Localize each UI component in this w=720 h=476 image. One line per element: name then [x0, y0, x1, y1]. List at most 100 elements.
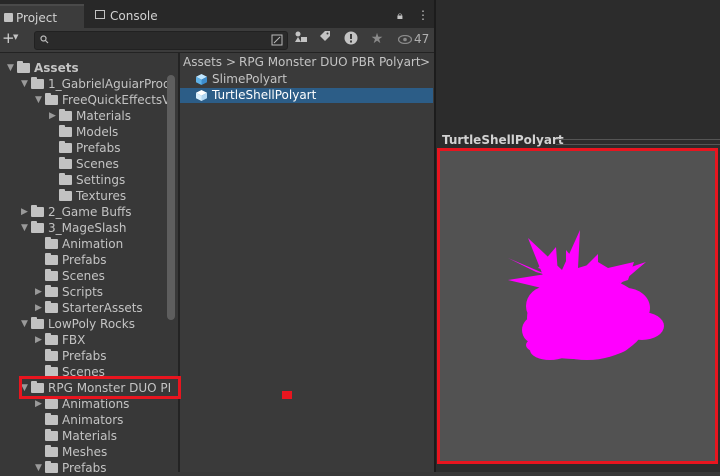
folder-icon — [59, 157, 72, 169]
asset-item-turtleshell[interactable]: TurtleShellPolyart — [180, 88, 433, 103]
folder-icon — [59, 125, 72, 137]
tree-item-label: 1_GabrielAguiarProductions — [48, 77, 170, 91]
chevron-down-icon[interactable]: ▼ — [13, 33, 18, 41]
folder-icon — [45, 301, 58, 313]
expand-arrow-right-icon[interactable]: ▶ — [35, 300, 45, 316]
tree-item-label: StarterAssets — [62, 301, 143, 315]
tree-item[interactable]: Prefabs — [0, 140, 170, 156]
favorite-star-icon[interactable]: ★ — [368, 31, 386, 48]
tab-project-label: Project — [16, 11, 58, 25]
tree-item[interactable]: Meshes — [0, 444, 170, 460]
breadcrumb-root[interactable]: Assets — [183, 53, 222, 71]
tree-item[interactable]: Textures — [0, 188, 170, 204]
search-by-type-icon[interactable] — [271, 34, 283, 46]
tree-item[interactable]: ▼ FreeQuickEffectsVol1 — [0, 92, 170, 108]
folder-highlight-box — [19, 376, 181, 399]
folder-icon — [45, 269, 58, 281]
tree-item-label: Prefabs — [62, 461, 107, 475]
tree-item[interactable]: ▼ 3_MageSlash — [0, 220, 170, 236]
tree-item[interactable]: ▶ StarterAssets — [0, 300, 170, 316]
preview-highlight-box — [437, 148, 718, 464]
folder-icon — [4, 13, 13, 22]
tree-item-label: Animators — [62, 413, 124, 427]
asset-list-panel — [180, 53, 434, 472]
folder-icon — [45, 253, 58, 265]
expand-arrow-down-icon[interactable]: ▼ — [21, 316, 31, 332]
tree-item[interactable]: Animators — [0, 412, 170, 428]
expand-arrow-down-icon[interactable]: ▼ — [21, 76, 31, 92]
tree-item-label: FreeQuickEffectsVol1 — [62, 93, 170, 107]
tree-item[interactable]: Settings — [0, 172, 170, 188]
folder-icon — [45, 237, 58, 249]
tree-item[interactable]: ▼ LowPoly Rocks — [0, 316, 170, 332]
folder-icon — [45, 349, 58, 361]
expand-arrow-right-icon[interactable]: ▶ — [21, 204, 31, 220]
tree-item[interactable]: Scenes — [0, 156, 170, 172]
tree-item[interactable]: ▶ Scripts — [0, 284, 170, 300]
tree-item-label: Scenes — [62, 269, 105, 283]
preview-title: TurtleShellPolyart — [442, 133, 564, 147]
tab-console-label: Console — [110, 9, 158, 23]
tree-item-label: LowPoly Rocks — [48, 317, 135, 331]
tree-item[interactable]: ▶ 2_Game Buffs — [0, 204, 170, 220]
tree-item[interactable]: ▼ 1_GabrielAguiarProductions — [0, 76, 170, 92]
annotation-marker — [282, 391, 292, 399]
folder-icon — [31, 77, 44, 89]
tree-item-label: Prefabs — [76, 141, 121, 155]
expand-arrow-right-icon[interactable]: ▶ — [49, 108, 59, 124]
log-warning-icon[interactable] — [342, 31, 360, 48]
tree-item-label: Animation — [62, 237, 124, 251]
expand-arrow-right-icon[interactable]: ▶ — [35, 332, 45, 348]
prefab-cube-icon — [196, 74, 207, 85]
expand-arrow-down-icon[interactable]: ▼ — [21, 220, 31, 236]
tree-item[interactable]: Prefabs — [0, 252, 170, 268]
tree-item[interactable]: ▼ Prefabs — [0, 460, 170, 476]
tree-item-label: Materials — [76, 109, 132, 123]
breadcrumb-separator: > — [226, 55, 237, 69]
tab-project[interactable]: Project — [0, 4, 84, 30]
folder-icon — [17, 61, 30, 73]
folder-icon — [59, 109, 72, 121]
tree-item-label: Scripts — [62, 285, 104, 299]
breadcrumb-current[interactable]: RPG Monster DUO PBR Polyart — [239, 53, 421, 71]
expand-arrow-down-icon[interactable]: ▼ — [35, 460, 45, 476]
folder-icon — [45, 333, 58, 345]
folder-icon — [45, 93, 58, 105]
filter-by-type-icon[interactable] — [292, 31, 310, 48]
filter-by-label-icon[interactable] — [316, 31, 334, 48]
search-input[interactable] — [34, 31, 288, 50]
tree-item-label: Settings — [76, 173, 126, 187]
eye-icon — [398, 35, 412, 44]
tree-scrollbar[interactable] — [167, 75, 175, 320]
folder-icon — [45, 413, 58, 425]
tree-item-label: Assets — [34, 61, 79, 75]
folder-icon — [31, 221, 44, 233]
tree-item[interactable]: Prefabs — [0, 348, 170, 364]
folder-icon — [31, 205, 44, 217]
tree-item-label: Meshes — [62, 445, 108, 459]
tab-console[interactable]: Console — [90, 4, 170, 28]
preview-header-rule[interactable] — [556, 139, 720, 145]
tree-item[interactable]: ▶ FBX — [0, 332, 170, 348]
tree-item[interactable]: Models — [0, 124, 170, 140]
tree-item-label: FBX — [62, 333, 86, 347]
folder-icon — [59, 141, 72, 153]
folder-icon — [59, 173, 72, 185]
folder-icon — [45, 429, 58, 441]
tree-item-label: 2_Game Buffs — [48, 205, 132, 219]
more-menu-icon[interactable]: ⋮ — [417, 8, 429, 22]
tree-item[interactable]: Scenes — [0, 268, 170, 284]
tree-item[interactable]: ▶ Materials — [0, 108, 170, 124]
folder-icon — [59, 189, 72, 201]
expand-arrow-down-icon[interactable]: ▼ — [35, 92, 45, 108]
tree-item-label: Materials — [62, 429, 118, 443]
tree-item[interactable]: Animation — [0, 236, 170, 252]
tree-item[interactable]: ▼ Assets — [0, 60, 170, 76]
expand-arrow-down-icon[interactable]: ▼ — [7, 60, 17, 76]
lock-icon[interactable]: 🔒︎ — [397, 9, 403, 23]
console-icon — [95, 10, 105, 19]
tree-item-label: Prefabs — [62, 253, 107, 267]
asset-item-slime[interactable]: SlimePolyart — [180, 72, 433, 87]
expand-arrow-right-icon[interactable]: ▶ — [35, 284, 45, 300]
tree-item[interactable]: Materials — [0, 428, 170, 444]
